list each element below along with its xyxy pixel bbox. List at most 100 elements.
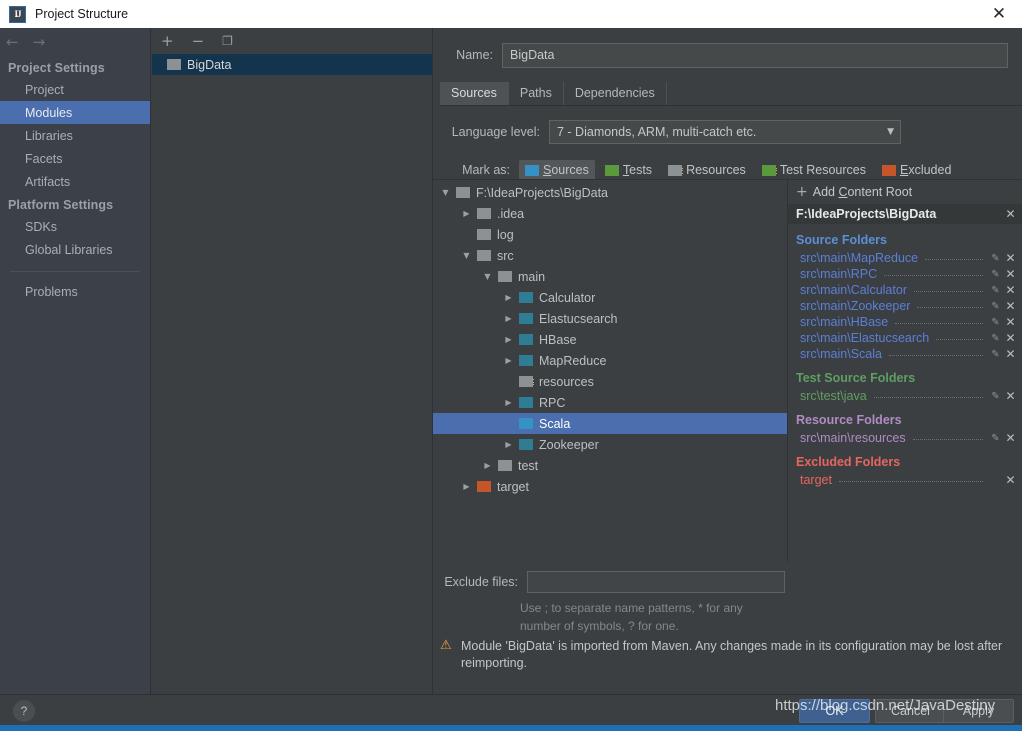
module-list-item-bigdata[interactable]: BigData [152,54,432,75]
folder-entry-dots [888,348,983,356]
remove-folder-icon[interactable]: ✕ [1005,331,1016,345]
close-icon[interactable]: ✕ [976,0,1022,28]
chevron-right-icon[interactable]: ▶ [481,461,494,470]
remove-folder-icon[interactable]: ✕ [1005,299,1016,313]
tree-folder-icon [456,187,470,198]
edit-pencil-icon[interactable]: ✎ [990,301,1001,312]
cancel-button[interactable]: Cancel [875,699,946,723]
tree-row[interactable]: ▼ src [433,245,787,266]
chevron-down-icon[interactable]: ▼ [481,272,494,281]
language-level-select[interactable]: 7 - Diamonds, ARM, multi-catch etc. ▼ [549,120,901,144]
folder-entry-row[interactable]: src\main\HBase ✎ ✕ [788,314,1022,330]
chevron-down-icon[interactable]: ▼ [460,251,473,260]
chevron-right-icon[interactable]: ▶ [460,209,473,218]
edit-pencil-icon[interactable]: ✎ [990,253,1001,264]
folder-entry-path: src\main\resources [800,431,906,445]
tree-row[interactable]: ▶ RPC [433,392,787,413]
chevron-right-icon[interactable]: ▶ [502,293,515,302]
folder-entry-row[interactable]: src\main\resources ✎ ✕ [788,430,1022,446]
help-button[interactable]: ? [13,700,35,722]
folder-entry-row[interactable]: src\test\java ✎ ✕ [788,388,1022,404]
folder-entry-row[interactable]: src\main\Zookeeper ✎ ✕ [788,298,1022,314]
sidebar-item-global-libraries[interactable]: Global Libraries [0,238,150,261]
forward-arrow-icon[interactable]: → [33,34,46,50]
edit-pencil-icon[interactable]: ✎ [990,391,1001,402]
sidebar-divider [10,271,140,272]
tree-row-label: Calculator [539,290,596,305]
add-module-icon[interactable]: + [161,33,174,49]
tree-row[interactable]: ▶ HBase [433,329,787,350]
tree-row[interactable]: ▶ Elastucsearch [433,308,787,329]
sidebar-item-problems[interactable]: Problems [0,280,150,303]
tree-row[interactable]: ▼ F:\IdeaProjects\BigData [433,182,787,203]
sidebar-item-facets[interactable]: Facets [0,147,150,170]
chevron-right-icon[interactable]: ▶ [502,335,515,344]
tree-row[interactable]: log [433,224,787,245]
mark-as-resources-button[interactable]: Resources [662,160,752,180]
mark-as-row: Mark as: Sources Tests Resources Test Re… [440,160,1022,180]
mark-as-test-resources-button[interactable]: Test Resources [756,160,872,180]
tree-row[interactable]: ▶ Zookeeper [433,434,787,455]
chevron-right-icon[interactable]: ▶ [502,440,515,449]
folder-entry-row[interactable]: src\main\Scala ✎ ✕ [788,346,1022,362]
tree-row[interactable]: ▶ Calculator [433,287,787,308]
remove-folder-icon[interactable]: ✕ [1005,389,1016,403]
ok-button[interactable]: OK [799,699,870,723]
sidebar-item-modules[interactable]: Modules [0,101,150,124]
remove-folder-icon[interactable]: ✕ [1005,473,1016,487]
edit-pencil-icon[interactable]: ✎ [990,269,1001,280]
remove-module-icon[interactable]: − [192,33,205,49]
tree-row[interactable]: ▶ target [433,476,787,497]
tab-paths[interactable]: Paths [509,82,564,105]
tree-row[interactable]: Scala [433,413,787,434]
chevron-right-icon[interactable]: ▶ [502,356,515,365]
folder-entry-row[interactable]: src\main\MapReduce ✎ ✕ [788,250,1022,266]
edit-pencil-icon[interactable]: ✎ [990,317,1001,328]
remove-folder-icon[interactable]: ✕ [1005,347,1016,361]
mark-as-sources-button[interactable]: Sources [519,160,595,180]
back-arrow-icon[interactable]: ← [6,34,19,50]
chevron-right-icon[interactable]: ▶ [460,482,473,491]
edit-pencil-icon[interactable]: ✎ [990,285,1001,296]
edit-pencil-icon[interactable]: ✎ [990,349,1001,360]
sidebar-item-libraries[interactable]: Libraries [0,124,150,147]
tree-row[interactable]: ▼ main [433,266,787,287]
remove-folder-icon[interactable]: ✕ [1005,267,1016,281]
tree-folder-icon [477,229,491,240]
resources-lines-icon [527,379,534,387]
tree-row[interactable]: resources [433,371,787,392]
remove-folder-icon[interactable]: ✕ [1005,251,1016,265]
folder-entry-row[interactable]: target ✕ [788,472,1022,488]
remove-folder-icon[interactable]: ✕ [1005,315,1016,329]
language-level-row: Language level: 7 - Diamonds, ARM, multi… [440,120,1022,144]
exclude-files-input[interactable] [527,571,785,593]
folder-entry-row[interactable]: src\main\Calculator ✎ ✕ [788,282,1022,298]
source-tree[interactable]: ▼ F:\IdeaProjects\BigData ▶ .idea log ▼ src ▼ ma… [433,179,788,562]
content-root-remove-icon[interactable]: ✕ [1005,207,1016,221]
tab-dependencies[interactable]: Dependencies [564,82,667,105]
folder-entry-row[interactable]: src\main\Elastucsearch ✎ ✕ [788,330,1022,346]
sidebar-item-artifacts[interactable]: Artifacts [0,170,150,193]
remove-folder-icon[interactable]: ✕ [1005,283,1016,297]
apply-button[interactable]: Apply [943,699,1014,723]
tree-row[interactable]: ▶ .idea [433,203,787,224]
sidebar-item-sdks[interactable]: SDKs [0,215,150,238]
mark-as-resources-label: Resources [686,163,746,177]
tree-row[interactable]: ▶ MapReduce [433,350,787,371]
mark-as-tests-button[interactable]: Tests [599,160,658,180]
edit-pencil-icon[interactable]: ✎ [990,333,1001,344]
mark-as-excluded-button[interactable]: Excluded [876,160,957,180]
add-content-root-button[interactable]: + Add Content Root [788,183,1022,202]
tree-row[interactable]: ▶ test [433,455,787,476]
tab-sources[interactable]: Sources [440,82,509,105]
remove-folder-icon[interactable]: ✕ [1005,431,1016,445]
sidebar-item-project[interactable]: Project [0,78,150,101]
chevron-right-icon[interactable]: ▶ [502,314,515,323]
tree-row-label: Scala [539,416,571,431]
chevron-right-icon[interactable]: ▶ [502,398,515,407]
module-name-input[interactable]: BigData [502,42,1008,68]
edit-pencil-icon[interactable]: ✎ [990,433,1001,444]
chevron-down-icon[interactable]: ▼ [439,188,452,197]
copy-module-icon[interactable]: ❐ [222,35,233,47]
folder-entry-row[interactable]: src\main\RPC ✎ ✕ [788,266,1022,282]
